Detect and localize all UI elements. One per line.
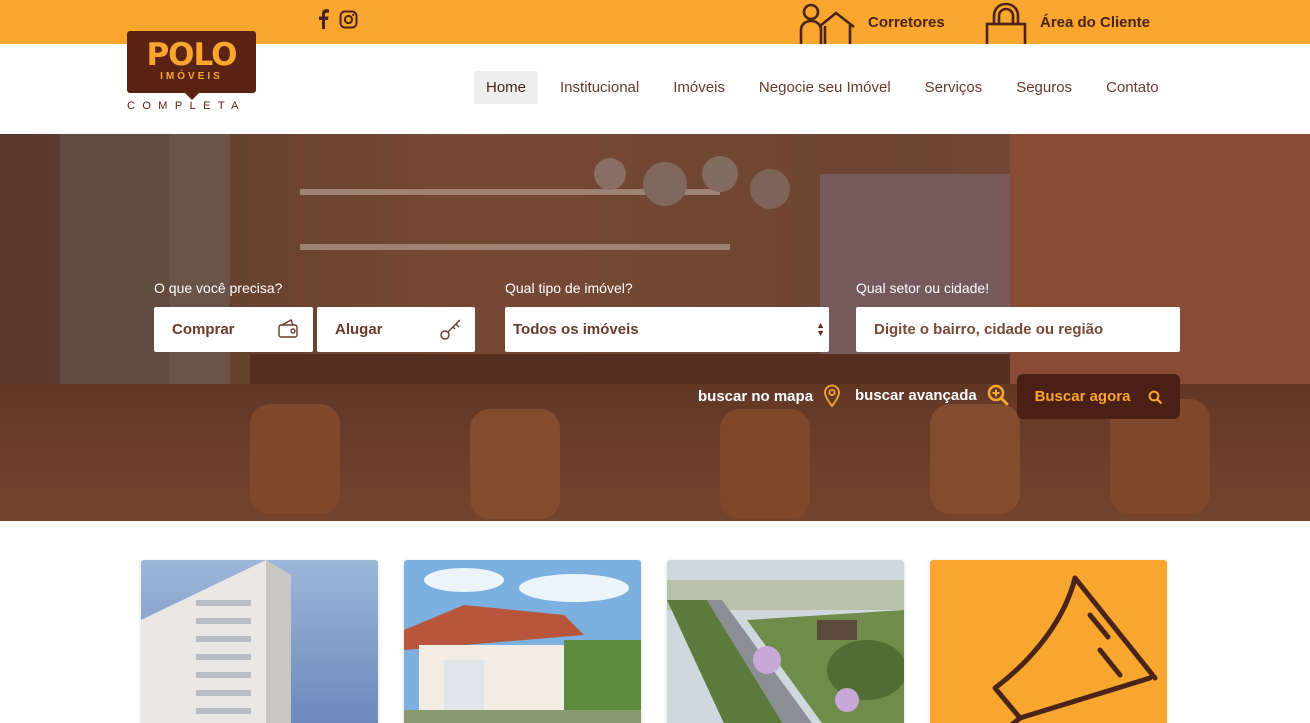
corretores-link[interactable]: Corretores [798,0,945,44]
nav-item-contato[interactable]: Contato [1094,71,1171,104]
search-submit-button[interactable]: Buscar agora [1017,374,1180,419]
nav-item-seguros[interactable]: Seguros [1004,71,1084,104]
property-card-condo[interactable] [667,560,904,723]
logo-tagline: COMPLETA [127,100,246,112]
logo-mark: POLO IMÓVEIS [127,31,256,100]
instagram-link[interactable] [339,10,358,29]
tower-building-image [141,560,378,723]
property-card-house[interactable] [404,560,641,723]
alugar-label: Alugar [335,321,383,338]
logo-sub: IMÓVEIS [160,71,223,82]
comprar-option[interactable]: Comprar [154,307,313,352]
area-cliente-link[interactable]: Área do Cliente [984,0,1150,44]
nav-item-imoveis[interactable]: Imóveis [661,71,737,104]
property-type-label: Qual tipo de imóvel? [505,280,633,296]
need-label: O que você precisa? [154,280,283,296]
house-image [404,560,641,723]
logo-brand: POLO [146,37,237,73]
site-logo[interactable]: POLO IMÓVEIS COMPLETA [127,31,257,112]
advanced-search-label: buscar avançada [855,386,977,404]
broker-house-icon [799,3,855,44]
location-placeholder: Digite o bairro, cidade ou região [874,321,1104,338]
location-input[interactable]: Digite o bairro, cidade ou região [856,307,1180,352]
nav-item-institucional[interactable]: Institucional [548,71,651,104]
nav-item-home[interactable]: Home [474,71,539,104]
zoom-in-icon [987,384,1009,406]
lock-icon [985,2,1027,44]
aerial-condo-image [667,560,904,723]
area-cliente-label: Área do Cliente [1040,13,1151,31]
facebook-link[interactable] [318,9,329,29]
map-search-label: buscar no mapa [698,387,814,405]
nav-item-servicos[interactable]: Serviços [913,71,995,104]
megaphone-icon [992,575,1158,723]
promo-card[interactable] [930,560,1167,723]
site-header: POLO IMÓVEIS COMPLETA Home Institucional… [0,31,1310,134]
property-card-tower[interactable] [141,560,378,723]
main-nav: Home Institucional Imóveis Negocie seu I… [474,71,1181,104]
wallet-icon [278,319,298,338]
search-submit-label: Buscar agora [1034,388,1131,405]
select-arrows-icon: ▲ ▼ [816,320,825,338]
search-icon [1149,390,1163,404]
alugar-option[interactable]: Alugar [317,307,475,352]
corretores-label: Corretores [868,13,945,31]
map-search-link[interactable]: buscar no mapa [698,384,841,408]
advanced-search-link[interactable]: buscar avançada [855,384,1009,406]
location-label: Qual setor ou cidade! [856,280,990,296]
instagram-icon [339,10,358,28]
comprar-label: Comprar [172,321,235,338]
hero-search: O que você precisa? Comprar Alugar Qual … [0,134,1310,521]
key-icon [440,319,461,340]
property-type-select[interactable]: Todos os imóveis ▲ ▼ [505,307,829,352]
property-type-value: Todos os imóveis [513,321,639,338]
social-links [318,9,358,29]
facebook-icon [319,9,329,29]
nav-item-negocie[interactable]: Negocie seu Imóvel [747,71,903,104]
map-pin-icon [824,384,840,408]
